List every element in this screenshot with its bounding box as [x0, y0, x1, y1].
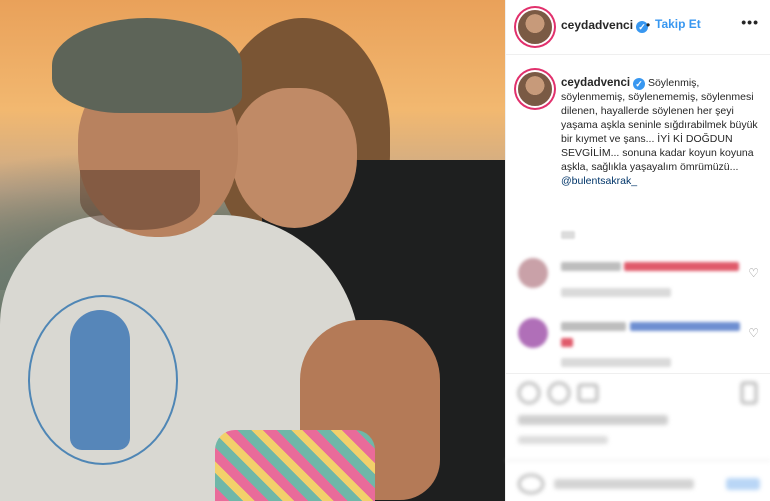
caption-mention-link[interactable]: @bulentsakrak_	[561, 175, 637, 187]
comment-item: ♡	[506, 252, 770, 312]
heart-icon[interactable]: ♡	[748, 266, 759, 280]
photo-man-beard	[80, 170, 200, 230]
post-comment-button-blurred[interactable]	[726, 478, 760, 490]
post-photo[interactable]	[0, 0, 505, 501]
post-header: ceydadvenci ✓ • Takip Et •••	[506, 0, 770, 55]
comment-username-blurred	[561, 322, 626, 331]
emoji-icon[interactable]	[518, 474, 544, 494]
comment-text-blurred	[624, 262, 739, 271]
comment-username-blurred	[561, 262, 621, 271]
separator-dot: •	[646, 18, 651, 32]
caption-avatar[interactable]	[518, 72, 552, 106]
comment-meta-blurred	[561, 358, 671, 367]
comment-emoji-blurred	[561, 338, 573, 347]
photo-woman-face	[232, 88, 357, 228]
photo-tshirt-figure	[70, 310, 130, 450]
caption-username[interactable]: ceydadvenci ✓	[561, 77, 646, 90]
author-avatar[interactable]	[518, 10, 552, 44]
caption-timestamp-blurred	[561, 231, 575, 239]
share-button-icon[interactable]	[578, 384, 598, 402]
comment-text-blurred	[630, 322, 740, 331]
save-button-icon[interactable]	[741, 382, 757, 404]
actions-divider	[506, 373, 770, 374]
comment-meta-blurred	[561, 288, 671, 297]
photo-floral-skirt	[215, 430, 375, 501]
author-username[interactable]: ceydadvenci ✓	[561, 18, 649, 33]
more-options-icon[interactable]: •••	[741, 14, 759, 30]
comment-item: ♡	[506, 312, 770, 372]
caption-username-text[interactable]: ceydadvenci	[561, 77, 630, 89]
caption-text: Söylenmiş, söylenmemiş, söylenememiş, sö…	[561, 77, 758, 173]
follow-button[interactable]: Takip Et	[655, 17, 701, 31]
post-sidebar: ceydadvenci ✓ • Takip Et ••• ceydadvenci ✓…	[505, 0, 770, 501]
photo-man-cap	[52, 18, 242, 113]
likes-count-blurred	[518, 415, 668, 425]
comment-button-icon[interactable]	[548, 382, 570, 404]
comment-avatar[interactable]	[518, 258, 548, 288]
heart-icon[interactable]: ♡	[748, 326, 759, 340]
comment-avatar[interactable]	[518, 318, 548, 348]
caption-verified-badge-icon: ✓	[633, 78, 646, 90]
post-date-blurred	[518, 436, 608, 444]
like-button-icon[interactable]	[518, 382, 540, 404]
comment-input-blurred[interactable]	[554, 479, 694, 489]
caption-text-block: ceydadvenci ✓ Söylenmiş, söylenmemiş, söy…	[561, 76, 766, 188]
author-username-text[interactable]: ceydadvenci	[561, 18, 633, 32]
comment-box-divider	[506, 460, 770, 461]
